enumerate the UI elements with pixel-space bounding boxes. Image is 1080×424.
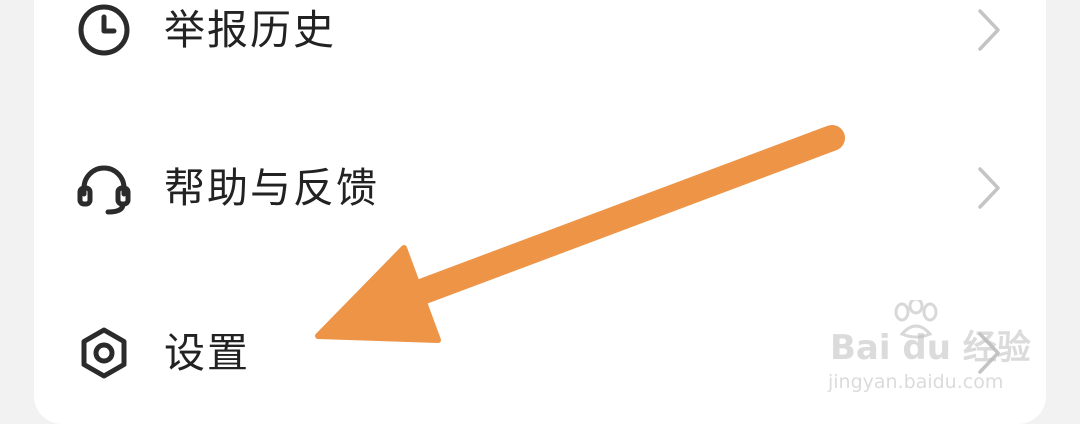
menu-item-help-feedback[interactable]: 帮助与反馈 xyxy=(34,128,1046,248)
menu-item-label: 举报历史 xyxy=(164,6,336,54)
menu-item-report-history[interactable]: 举报历史 xyxy=(34,0,1046,90)
headset-icon xyxy=(74,158,134,218)
menu-item-label: 帮助与反馈 xyxy=(164,164,379,212)
watermark-url: jingyan.baidu.com xyxy=(828,371,1004,393)
chevron-right-icon xyxy=(970,5,1010,55)
menu-item-label: 设置 xyxy=(164,329,250,377)
chevron-right-icon xyxy=(970,163,1010,213)
hexagon-settings-icon xyxy=(74,323,134,383)
watermark-brand: Bai du 经验 xyxy=(830,328,1031,368)
clock-icon xyxy=(74,0,134,60)
baidu-jingyan-watermark: Bai du 经验 jingyan.baidu.com xyxy=(826,300,1031,400)
